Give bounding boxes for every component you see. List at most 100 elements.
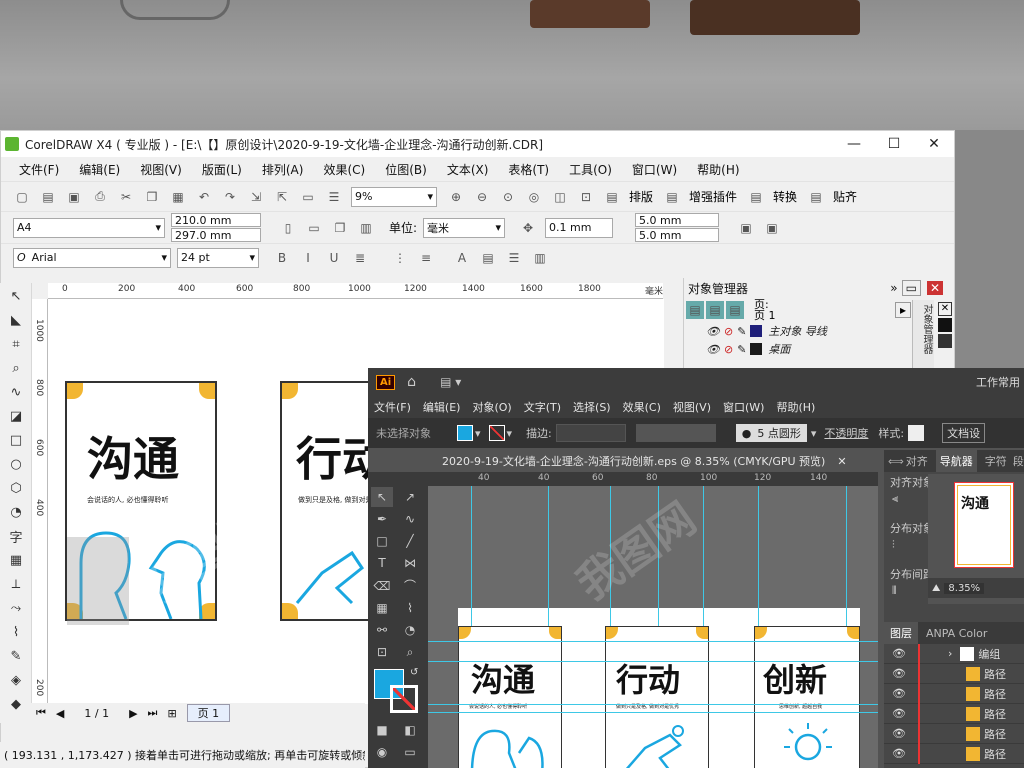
width-tool-icon[interactable]: ⋈ xyxy=(399,553,421,573)
ai-canvas[interactable]: 沟通 会说话的人, 必也懂得聆听 行动 做到只是及格, 做到对是优秀 创新 思维… xyxy=(428,486,878,768)
interactive-fill-icon[interactable]: ◆ xyxy=(4,693,28,715)
treat-as-filled-icon[interactable]: ▣ xyxy=(763,219,781,237)
ai-card-innovation[interactable]: 创新 思维创新, 超越自我 xyxy=(754,626,860,768)
outline-tool-icon[interactable]: ✎ xyxy=(4,645,28,667)
page-menu-icon[interactable]: ▸ xyxy=(894,302,911,318)
add-page-icon[interactable]: ⊞ xyxy=(167,707,176,720)
eye-icon[interactable]: 👁 xyxy=(892,747,906,760)
selection-tool-icon[interactable]: ↖ xyxy=(371,487,393,507)
arrange-documents-icon[interactable]: ▤ ▾ xyxy=(440,375,461,389)
dimension-tool-icon[interactable]: ⟂ xyxy=(4,573,28,595)
blend-tool-icon[interactable]: ⚯ xyxy=(371,620,393,640)
zoom-tool-icon[interactable]: ⌕ xyxy=(399,642,421,662)
fill-tool-icon[interactable]: ◈ xyxy=(4,669,28,691)
new-icon[interactable]: ▢ xyxy=(13,188,31,206)
ai-menu-select[interactable]: 选择(S) xyxy=(573,399,611,415)
ellipse-tool-icon[interactable]: ○ xyxy=(4,453,28,475)
eye-icon[interactable]: 👁 xyxy=(892,727,906,740)
dup-y-field[interactable]: 5.0 mm xyxy=(635,228,720,242)
eyedropper-icon[interactable]: ⌇ xyxy=(399,598,421,618)
zoom-all-icon[interactable]: ◎ xyxy=(525,188,543,206)
plugin-snap[interactable]: 贴齐 xyxy=(833,188,857,205)
rectangle-tool-icon[interactable]: □ xyxy=(4,429,28,451)
align-icon[interactable]: ≣ xyxy=(351,249,369,267)
eye-icon[interactable]: 👁 xyxy=(892,707,906,720)
panel-minimize-icon[interactable]: ▭ xyxy=(901,280,921,296)
eye-icon[interactable]: 👁 xyxy=(892,687,906,700)
pen-tool-icon[interactable]: ✒ xyxy=(371,509,393,529)
layer-row[interactable]: 👁 路径 xyxy=(884,683,1024,704)
paste-icon[interactable]: ▦ xyxy=(169,188,187,206)
menu-file[interactable]: 文件(F) xyxy=(19,161,59,178)
current-page-icon[interactable]: ▥ xyxy=(357,219,375,237)
screen-mode-icon[interactable]: ▭ xyxy=(399,742,421,762)
print-disabled-icon[interactable]: ⊘ xyxy=(724,325,733,338)
zoom-tool-icon[interactable]: ⌕ xyxy=(4,357,28,379)
ai-menu-object[interactable]: 对象(O) xyxy=(472,399,511,415)
page-tab[interactable]: 页 1 xyxy=(186,704,231,722)
zoom-width-icon[interactable]: ⊡ xyxy=(577,188,595,206)
ai-menu-edit[interactable]: 编辑(E) xyxy=(423,399,461,415)
card-communication[interactable]: 沟通 会说话的人, 必也懂得聆听 xyxy=(65,381,217,625)
opacity-label[interactable]: 不透明度 xyxy=(824,425,868,441)
brush-definition[interactable]: ● 5 点圆形 xyxy=(735,424,807,442)
color-swatch[interactable] xyxy=(938,334,952,348)
chevron-down-icon[interactable]: ▾ xyxy=(811,427,817,440)
align-tab-icon[interactable]: ⟺ xyxy=(888,455,904,468)
page-height-field[interactable]: 297.0 mm xyxy=(171,228,261,242)
font-select[interactable]: O Arial ▾ xyxy=(13,247,171,268)
cut-icon[interactable]: ✂ xyxy=(117,188,135,206)
freehand-tool-icon[interactable]: ∿ xyxy=(4,381,28,403)
options-icon[interactable]: ☰ xyxy=(325,188,343,206)
menu-window[interactable]: 窗口(W) xyxy=(632,161,677,178)
maximize-button[interactable]: ☐ xyxy=(874,131,914,157)
layer-row[interactable]: 👁 路径 xyxy=(884,723,1024,744)
guide-line[interactable] xyxy=(428,712,878,713)
plugin-typeset[interactable]: 排版 xyxy=(629,188,653,205)
gradient-tool-icon[interactable]: ▦ xyxy=(371,598,393,618)
ai-card-action[interactable]: 行动 做到只是及格, 做到对是优秀 xyxy=(605,626,709,768)
menu-table[interactable]: 表格(T) xyxy=(508,161,549,178)
eye-icon[interactable]: 👁 xyxy=(892,667,906,680)
eye-icon[interactable]: 👁 xyxy=(706,343,720,356)
plugin-convert[interactable]: 转换 xyxy=(773,188,797,205)
lock-icon[interactable]: ✎ xyxy=(737,325,746,338)
menu-edit[interactable]: 编辑(E) xyxy=(79,161,120,178)
zoom-out-icon[interactable]: ⛰ xyxy=(932,583,940,594)
menu-text[interactable]: 文本(X) xyxy=(447,161,489,178)
menu-layout[interactable]: 版面(L) xyxy=(202,161,242,178)
copy-icon[interactable]: ❐ xyxy=(143,188,161,206)
tab-paragraph[interactable]: 段 xyxy=(1013,453,1024,469)
menu-view[interactable]: 视图(V) xyxy=(140,161,182,178)
last-page-icon[interactable]: ⏭ xyxy=(148,706,158,720)
navigator-zoom[interactable]: ⛰ 8.35% xyxy=(928,578,1024,598)
panel-close-icon[interactable]: ✕ xyxy=(926,281,943,295)
save-icon[interactable]: ▣ xyxy=(65,188,83,206)
curvature-tool-icon[interactable]: ∿ xyxy=(399,509,421,529)
guide-line[interactable] xyxy=(428,661,878,662)
edit-across-layers-icon[interactable]: ▤ xyxy=(706,301,724,319)
print-disabled-icon[interactable]: ⊘ xyxy=(724,343,733,356)
variable-width-profile[interactable] xyxy=(635,424,716,442)
horizontal-text-icon[interactable]: ☰ xyxy=(505,249,523,267)
navigator-preview[interactable]: 沟通 xyxy=(954,482,1014,568)
menu-tools[interactable]: 工具(O) xyxy=(569,161,612,178)
layer-row[interactable]: 👁 路径 xyxy=(884,663,1024,684)
tab-close-icon[interactable]: ✕ xyxy=(837,455,846,468)
navigator-panel[interactable]: 沟通 ⛰ 8.35% xyxy=(928,474,1024,604)
plugin-convert-icon[interactable]: ▤ xyxy=(747,188,765,206)
style-swatch[interactable] xyxy=(908,425,925,441)
eye-icon[interactable]: 👁 xyxy=(892,647,906,660)
pick-tool-icon[interactable]: ↖ xyxy=(4,285,28,307)
home-icon[interactable]: ⌂ xyxy=(407,374,416,390)
smart-fill-icon[interactable]: ◪ xyxy=(4,405,28,427)
nudge-field[interactable]: 0.1 mm xyxy=(545,217,614,238)
page-width-field[interactable]: 210.0 mm xyxy=(171,213,261,227)
zoom-in-icon[interactable]: ⊕ xyxy=(447,188,465,206)
minimize-button[interactable]: — xyxy=(834,131,874,157)
gradient-mode-icon[interactable]: ◧ xyxy=(399,720,421,740)
close-button[interactable]: ✕ xyxy=(914,131,954,157)
export-icon[interactable]: ⇱ xyxy=(273,188,291,206)
text-tool-icon[interactable]: 字 xyxy=(4,525,28,547)
edit-text-icon[interactable]: ▤ xyxy=(479,249,497,267)
